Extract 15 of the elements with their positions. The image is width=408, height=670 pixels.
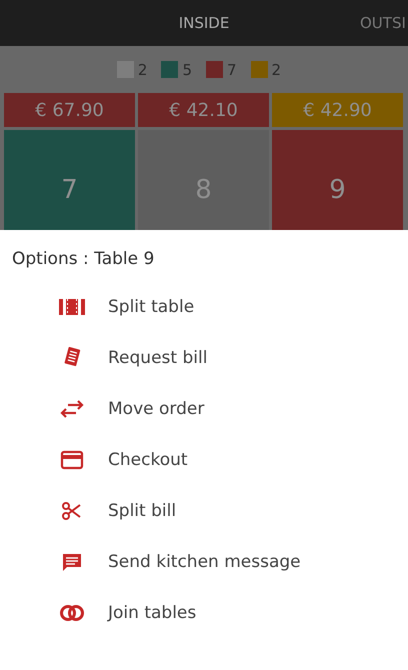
option-item[interactable]: Request bill [108,348,208,368]
credit-card-icon [58,448,86,470]
sheet-title: Options : Table 9 [11,249,156,271]
legend-count: 2 [138,60,148,78]
option-item[interactable]: Split table [108,296,194,316]
legend-count: 5 [182,60,192,78]
legend-count: 2 [272,60,282,78]
option-item[interactable]: Join tables [108,602,196,622]
swap-arrows-icon [58,398,86,420]
option-item[interactable]: Move order [108,398,204,418]
option-item[interactable]: Checkout [108,450,188,470]
tab[interactable]: OUTSI [360,0,408,46]
option-item[interactable]: Split bill [108,500,176,520]
option-item[interactable]: Send kitchen message [108,552,301,572]
legend-count: 7 [227,60,237,78]
